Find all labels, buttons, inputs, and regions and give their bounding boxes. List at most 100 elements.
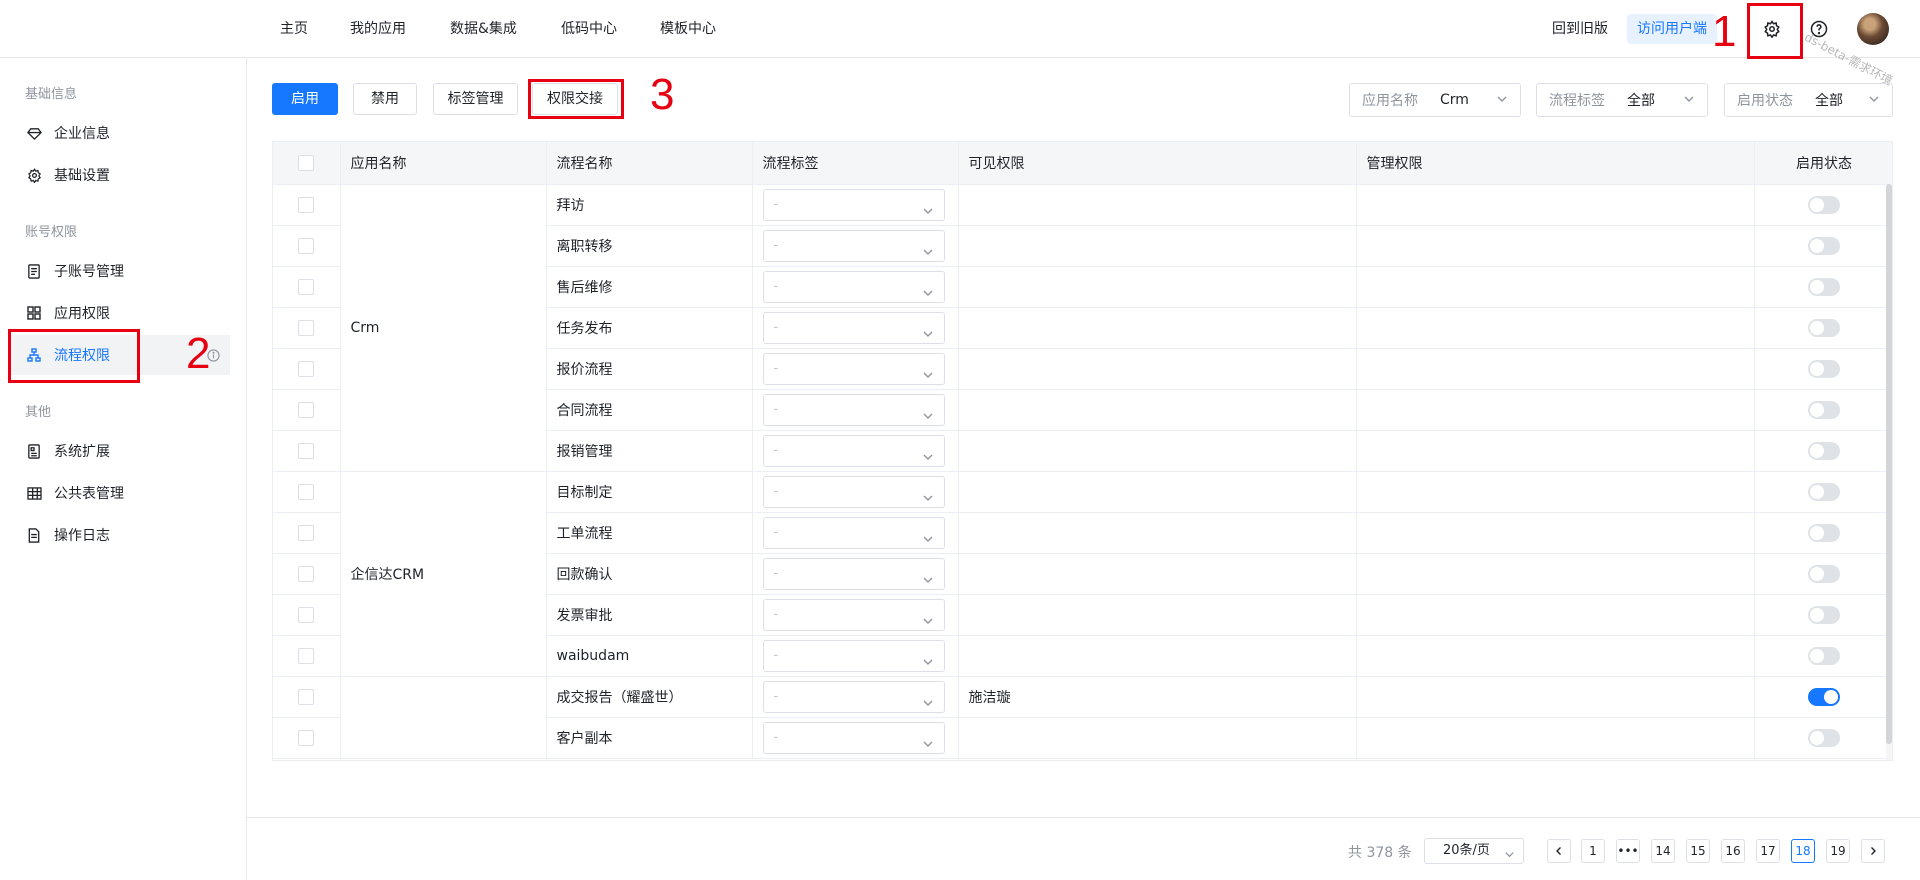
table-vertical-scrollbar[interactable] xyxy=(1886,184,1892,760)
cell-manage-permission[interactable] xyxy=(1356,389,1755,431)
row-checkbox[interactable] xyxy=(298,278,315,295)
page-button-15[interactable]: 15 xyxy=(1686,839,1710,863)
page-button-19[interactable]: 19 xyxy=(1826,839,1850,863)
sidebar-item-public-table-management[interactable]: 公共表管理 xyxy=(10,473,230,513)
flow-tag-select[interactable]: - xyxy=(762,557,945,590)
flow-tag-select[interactable]: - xyxy=(762,393,945,426)
page-button-18[interactable]: 18 xyxy=(1791,839,1815,863)
enable-status-switch[interactable] xyxy=(1808,646,1840,665)
cell-manage-permission[interactable] xyxy=(1356,512,1755,554)
flow-tag-select[interactable]: - xyxy=(762,434,945,467)
cell-visible-permission[interactable] xyxy=(958,635,1357,677)
enable-status-switch[interactable] xyxy=(1808,277,1840,296)
flow-tag-select[interactable]: - xyxy=(762,639,945,672)
row-checkbox[interactable] xyxy=(298,688,315,705)
filter-flow-tag-select[interactable]: 流程标签 全部 xyxy=(1536,83,1708,117)
row-checkbox[interactable] xyxy=(298,647,315,664)
row-checkbox[interactable] xyxy=(298,360,315,377)
page-size-select[interactable]: 20条/页 xyxy=(1424,838,1524,864)
flow-tag-select[interactable]: - xyxy=(762,188,945,221)
enable-status-switch[interactable] xyxy=(1808,441,1840,460)
enable-status-switch[interactable] xyxy=(1808,236,1840,255)
next-page-icon[interactable] xyxy=(1861,839,1885,863)
nav-data-integration[interactable]: 数据&集成 xyxy=(450,18,517,38)
flow-tag-select[interactable]: - xyxy=(762,680,945,713)
cell-manage-permission[interactable] xyxy=(1356,225,1755,267)
cell-visible-permission[interactable] xyxy=(958,389,1357,431)
sidebar-item-app-permissions[interactable]: 应用权限 xyxy=(10,293,230,333)
row-checkbox[interactable] xyxy=(298,237,315,254)
user-avatar[interactable] xyxy=(1857,13,1889,45)
enable-status-switch[interactable] xyxy=(1808,728,1840,747)
cell-visible-permission[interactable] xyxy=(958,471,1357,513)
flow-tag-select[interactable]: - xyxy=(762,229,945,262)
row-checkbox[interactable] xyxy=(298,729,315,746)
enable-button[interactable]: 启用 xyxy=(272,83,338,115)
page-button-16[interactable]: 16 xyxy=(1721,839,1745,863)
cell-visible-permission[interactable] xyxy=(958,348,1357,390)
nav-lowcode-center[interactable]: 低码中心 xyxy=(561,18,617,38)
row-checkbox[interactable] xyxy=(298,196,315,213)
enable-status-switch[interactable] xyxy=(1808,400,1840,419)
back-to-old-version-button[interactable]: 回到旧版 xyxy=(1552,18,1608,38)
cell-manage-permission[interactable] xyxy=(1356,184,1755,226)
cell-manage-permission[interactable] xyxy=(1356,594,1755,636)
flow-tag-select[interactable]: - xyxy=(762,516,945,549)
flow-tag-select[interactable]: - xyxy=(762,270,945,303)
select-all-checkbox[interactable] xyxy=(298,154,315,171)
sidebar-item-company-info[interactable]: 企业信息 xyxy=(10,113,230,153)
cell-visible-permission[interactable] xyxy=(958,430,1357,472)
cell-manage-permission[interactable] xyxy=(1356,471,1755,513)
row-checkbox[interactable] xyxy=(298,606,315,623)
table-row[interactable]: 企信达CRM 目标制定 - xyxy=(273,471,1892,677)
sidebar-item-operation-log[interactable]: 操作日志 xyxy=(10,515,230,555)
row-checkbox[interactable] xyxy=(298,565,315,582)
filter-app-name-select[interactable]: 应用名称 Crm xyxy=(1349,83,1521,117)
page-button-1[interactable]: 1 xyxy=(1581,839,1605,863)
pagination-ellipsis[interactable]: ••• xyxy=(1616,839,1640,863)
cell-visible-permission[interactable] xyxy=(958,225,1357,267)
flow-tag-select[interactable]: - xyxy=(762,598,945,631)
cell-visible-permission[interactable] xyxy=(958,594,1357,636)
row-checkbox[interactable] xyxy=(298,442,315,459)
table-row[interactable]: Crm 拜访 - xyxy=(273,184,1892,472)
enable-status-switch[interactable] xyxy=(1808,687,1840,706)
enable-status-switch[interactable] xyxy=(1808,195,1840,214)
cell-visible-permission[interactable]: 施洁璇 xyxy=(958,676,1357,718)
cell-manage-permission[interactable] xyxy=(1356,430,1755,472)
table-row[interactable]: 成交报告（耀盛世） - 施洁璇 xyxy=(273,676,1892,759)
flow-tag-select[interactable]: - xyxy=(762,311,945,344)
cell-manage-permission[interactable] xyxy=(1356,266,1755,308)
enable-status-switch[interactable] xyxy=(1808,318,1840,337)
row-checkbox[interactable] xyxy=(298,319,315,336)
sidebar-item-system-extension[interactable]: 系统扩展 xyxy=(10,431,230,471)
enable-status-switch[interactable] xyxy=(1808,605,1840,624)
cell-manage-permission[interactable] xyxy=(1356,553,1755,595)
flow-tag-select[interactable]: - xyxy=(762,721,945,754)
sidebar-item-basic-settings[interactable]: 基础设置 xyxy=(10,155,230,195)
page-button-17[interactable]: 17 xyxy=(1756,839,1780,863)
enable-status-switch[interactable] xyxy=(1808,359,1840,378)
cell-visible-permission[interactable] xyxy=(958,512,1357,554)
cell-visible-permission[interactable] xyxy=(958,184,1357,226)
nav-template-center[interactable]: 模板中心 xyxy=(660,18,716,38)
row-checkbox[interactable] xyxy=(298,483,315,500)
nav-home[interactable]: 主页 xyxy=(280,18,308,38)
cell-visible-permission[interactable] xyxy=(958,717,1357,759)
flow-tag-select[interactable]: - xyxy=(762,475,945,508)
scrollbar-thumb[interactable] xyxy=(1886,184,1892,744)
page-button-14[interactable]: 14 xyxy=(1651,839,1675,863)
cell-manage-permission[interactable] xyxy=(1356,348,1755,390)
enable-status-switch[interactable] xyxy=(1808,564,1840,583)
flow-tag-select[interactable]: - xyxy=(762,352,945,385)
filter-status-select[interactable]: 启用状态 全部 xyxy=(1724,83,1893,117)
tag-management-button[interactable]: 标签管理 xyxy=(433,83,518,115)
disable-button[interactable]: 禁用 xyxy=(353,83,417,115)
visit-user-side-button[interactable]: 访问用户端 xyxy=(1627,14,1717,44)
enable-status-switch[interactable] xyxy=(1808,482,1840,501)
cell-manage-permission[interactable] xyxy=(1356,717,1755,759)
row-checkbox[interactable] xyxy=(298,524,315,541)
enable-status-switch[interactable] xyxy=(1808,523,1840,542)
row-checkbox[interactable] xyxy=(298,401,315,418)
cell-manage-permission[interactable] xyxy=(1356,635,1755,677)
